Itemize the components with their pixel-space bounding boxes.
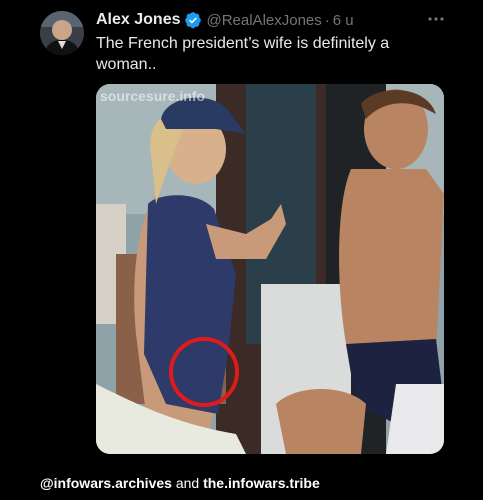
tweet-header: Alex Jones @RealAlexJones · 6 u: [96, 9, 354, 31]
credit-caption: @infowars.archives and the.infowars.trib…: [40, 475, 320, 491]
caption-connector: and: [171, 475, 204, 491]
tweet-media-photo[interactable]: sourcesure.info: [96, 84, 444, 454]
avatar-photo: [40, 11, 84, 55]
caption-account-2: the.infowars.tribe: [203, 475, 320, 491]
tweet-text: The French president’s wife is definitel…: [96, 35, 390, 73]
author-handle[interactable]: @RealAlexJones: [206, 12, 321, 29]
screenshot-page: Alex Jones @RealAlexJones · 6 u The Fren…: [0, 0, 483, 500]
author-display-name[interactable]: Alex Jones: [96, 11, 180, 29]
caption-account-1: @infowars.archives: [40, 475, 172, 491]
tweet-timestamp[interactable]: 6 u: [333, 12, 354, 29]
verified-badge-icon: [184, 11, 202, 29]
more-horizontal-icon[interactable]: [425, 8, 447, 30]
photo-watermark: sourcesure.info: [100, 88, 206, 104]
separator-dot: ·: [324, 11, 330, 29]
photo-image: [96, 84, 444, 454]
author-avatar[interactable]: [40, 11, 84, 55]
